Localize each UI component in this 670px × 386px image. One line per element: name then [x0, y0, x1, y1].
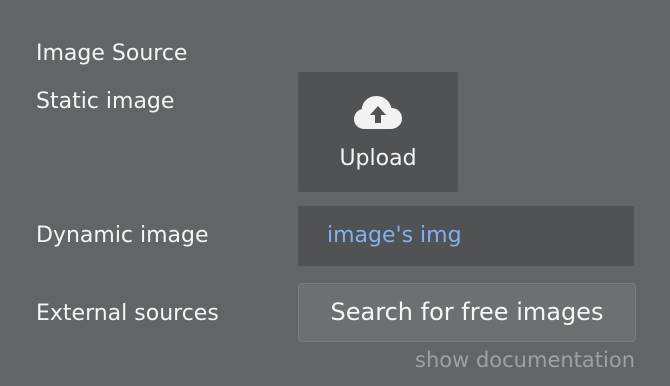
external-sources-label: External sources — [36, 301, 219, 326]
dynamic-image-field[interactable]: image's img — [298, 206, 634, 266]
image-source-heading: Image Source — [36, 41, 188, 66]
upload-label: Upload — [339, 146, 417, 171]
dynamic-image-value: image's img — [327, 223, 462, 248]
search-free-images-button[interactable]: Search for free images — [298, 283, 636, 342]
image-source-panel: Image Source Static image Upload Dynamic… — [0, 0, 670, 386]
static-image-label: Static image — [36, 89, 175, 114]
cloud-upload-icon — [354, 96, 402, 129]
show-documentation-link[interactable]: show documentation — [415, 350, 635, 371]
upload-image-button[interactable]: Upload — [298, 72, 458, 192]
dynamic-image-label: Dynamic image — [36, 223, 209, 248]
